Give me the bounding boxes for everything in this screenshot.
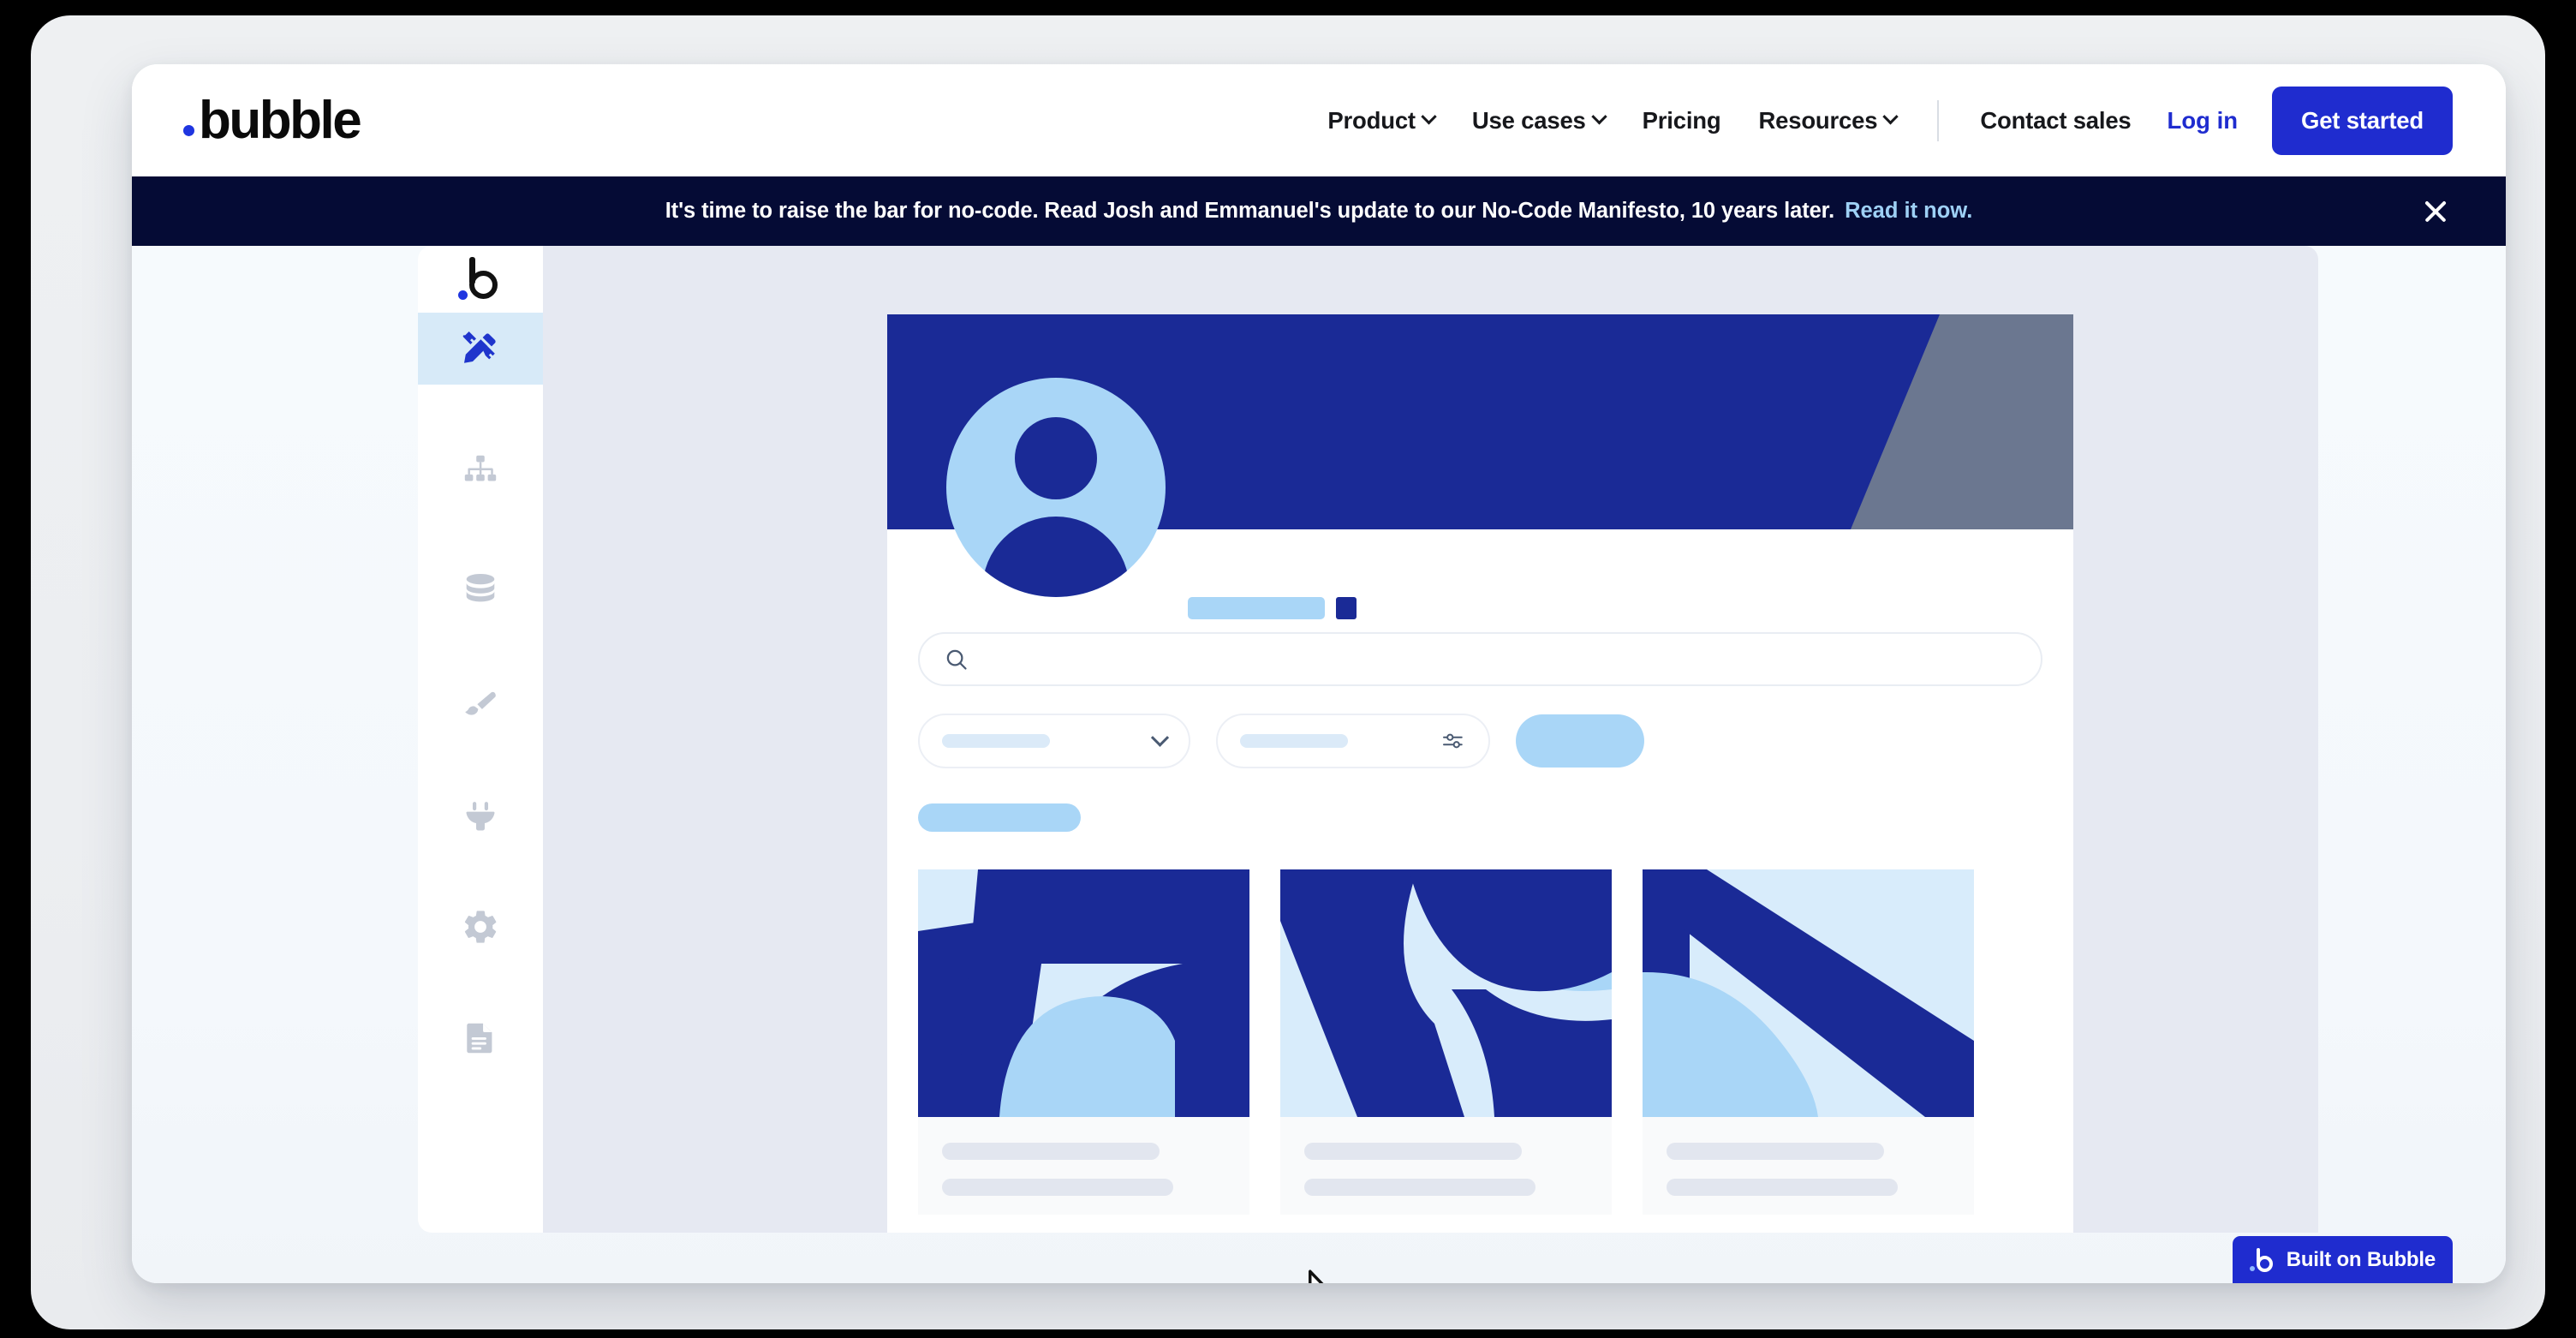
sidebar-item-plugins[interactable] [418,785,543,847]
card-text-placeholder [918,1117,1249,1196]
bubble-logo-dot-icon [183,124,194,136]
chevron-down-icon [1882,109,1899,125]
mouse-pointer-icon [1309,1269,1324,1283]
get-started-button[interactable]: Get started [2272,86,2453,155]
card-artwork [1643,869,1974,1117]
profile-name-bar [1188,597,1325,619]
card-line [1304,1143,1522,1160]
sidebar-item-design[interactable] [418,313,543,385]
bubble-logo-text: bubble [199,90,362,150]
card-line [942,1179,1173,1196]
filter-apply-button[interactable] [1516,714,1644,768]
card-artwork [1280,869,1612,1117]
top-navigation-bar: bubble Product Use cases Pricing Resourc… [132,64,2506,176]
announcement-banner: It's time to raise the bar for no-code. … [132,176,2506,246]
avatar-head-shape [1015,417,1097,499]
nav-item-product[interactable]: Product [1309,107,1453,134]
sidebar-item-data[interactable] [418,557,543,619]
bubble-logo-icon [2249,1247,2275,1273]
list-item[interactable] [1280,869,1612,1215]
login-link[interactable]: Log in [2150,107,2255,134]
search-icon [946,649,967,670]
filter-tune-field[interactable] [1216,714,1490,768]
hero-wedge-shape [1851,314,2073,529]
list-item[interactable] [918,869,1249,1215]
filter-dropdown[interactable] [918,714,1190,768]
database-icon [466,573,495,601]
chevron-down-icon [1590,109,1607,125]
nav-item-use-cases[interactable]: Use cases [1453,107,1624,134]
card-artwork-shapes [1643,869,1974,1117]
filter-dropdown-placeholder [942,734,1050,748]
card-line [1667,1143,1884,1160]
outer-frame: bubble Product Use cases Pricing Resourc… [31,15,2545,1329]
sidebar-item-styles[interactable] [418,674,543,737]
card-line [1304,1179,1535,1196]
nav-item-resources[interactable]: Resources [1739,107,1915,134]
nav-item-pricing-label: Pricing [1642,106,1721,134]
user-avatar-icon [946,378,1166,597]
built-on-bubble-badge[interactable]: Built on Bubble [2232,1236,2453,1283]
sidebar-item-settings[interactable] [418,895,543,958]
contact-sales-label: Contact sales [1980,106,2132,134]
section-heading-placeholder [918,803,1081,832]
app-editor-sidebar [418,246,543,1233]
nav-item-resources-label: Resources [1758,106,1878,134]
card-text-placeholder [1280,1117,1612,1196]
file-document-icon [467,1023,492,1053]
chevron-down-icon [1421,109,1437,125]
screen: bubble Product Use cases Pricing Resourc… [0,0,2576,1338]
avatar-body-shape [982,517,1130,597]
nav-divider [1937,99,1940,141]
design-pencil-ruler-icon [462,332,496,363]
filter-tune-placeholder [1240,734,1348,748]
card-line [942,1143,1160,1160]
nav-item-use-cases-label: Use cases [1471,106,1586,134]
app-editor-canvas [543,246,2318,1233]
card-line [1667,1179,1898,1196]
built-on-bubble-label: Built on Bubble [2286,1248,2436,1271]
bubble-logo[interactable]: bubble [183,90,362,150]
paintbrush-icon [465,691,496,715]
sidebar-item-logs[interactable] [418,1006,543,1068]
close-icon[interactable] [2418,194,2453,229]
sidebar-item-workflow[interactable] [418,439,543,502]
announcement-cta-link[interactable]: Read it now. [1845,199,1972,224]
filter-row [918,714,2042,768]
profile-badge [1336,597,1357,619]
card-grid [918,869,2042,1215]
search-input[interactable] [918,632,2042,686]
profile-name-placeholder [1188,597,1357,619]
chevron-down-icon [1150,728,1170,747]
browser-window: bubble Product Use cases Pricing Resourc… [132,64,2506,1283]
app-page-preview [887,314,2073,1233]
card-artwork-shapes [1280,869,1612,1117]
sliders-tune-icon [1443,733,1463,749]
card-artwork [918,869,1249,1117]
sidebar-bubble-logo-icon[interactable] [418,246,543,313]
announcement-message: It's time to raise the bar for no-code. … [665,199,1835,223]
workflow-sitemap-icon [464,455,497,481]
page-body: Built on Bubble [132,246,2506,1283]
gear-icon [464,910,497,943]
nav-item-product-label: Product [1327,106,1416,134]
contact-sales-link[interactable]: Contact sales [1961,107,2150,134]
card-artwork-shapes [918,869,1249,1117]
card-text-placeholder [1643,1117,1974,1196]
plugin-icon [466,801,495,830]
list-item[interactable] [1643,869,1974,1215]
nav-links-group: Product Use cases Pricing Resources Cont… [1309,86,2453,155]
nav-item-pricing[interactable]: Pricing [1624,107,1740,134]
